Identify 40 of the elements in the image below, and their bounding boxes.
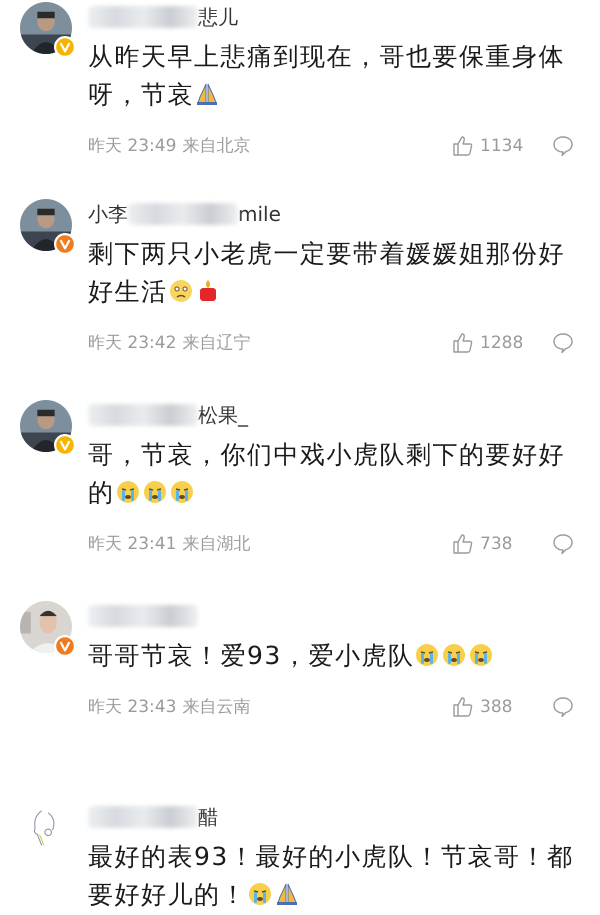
comment-bubble-icon[interactable] xyxy=(552,696,574,718)
crying-face-icon xyxy=(142,479,168,505)
comment-location: 来自北京 xyxy=(182,135,250,157)
crying-face-icon xyxy=(168,479,194,505)
comment-text: 哥，节哀，你们中戏小虎队剩下的要好好的 xyxy=(88,439,566,509)
comment-text: 最好的表93！最好的小虎队！节哀哥！都要好好儿的！ xyxy=(88,841,574,911)
comment-time: 昨天 23:42 xyxy=(88,332,176,354)
crying-face-icon xyxy=(247,881,273,907)
crying-face-icon xyxy=(114,479,140,505)
thumbs-up-icon[interactable] xyxy=(452,696,474,718)
praying-hands-icon xyxy=(194,81,220,107)
worried-face-icon xyxy=(168,278,194,304)
thumbs-up-icon[interactable] xyxy=(452,134,474,156)
like-count: 1134 xyxy=(480,136,524,156)
username[interactable]: 小李 xyxy=(88,200,128,228)
thumbs-up-icon[interactable] xyxy=(452,532,474,554)
comment-time: 昨天 23:49 xyxy=(88,135,176,157)
username[interactable]: 醋 xyxy=(198,804,218,830)
comment-bubble-icon[interactable] xyxy=(552,332,574,354)
comment-text: 剩下两只小老虎一定要带着媛媛姐那份好好生活 xyxy=(88,238,566,308)
like-count: 1288 xyxy=(480,332,524,352)
praying-hands-icon xyxy=(274,881,300,907)
crying-face-icon xyxy=(441,642,468,668)
crying-face-icon xyxy=(468,642,494,668)
comment-text: 从昨天早上悲痛到现在，哥也要保重身体呀，节哀 xyxy=(88,41,566,111)
like-count: 388 xyxy=(480,696,514,716)
username[interactable]: 松果_ xyxy=(198,402,248,428)
crying-face-icon xyxy=(414,642,440,668)
comment-location: 来自云南 xyxy=(182,696,250,718)
comment-bubble-icon[interactable] xyxy=(552,532,574,554)
like-count: 738 xyxy=(480,534,514,554)
username[interactable]: 悲儿 xyxy=(198,4,238,30)
comment-time: 昨天 23:43 xyxy=(88,696,176,718)
username[interactable]: mile xyxy=(238,202,281,226)
comment-text: 哥哥节哀！爱93，爱小虎队 xyxy=(88,637,578,675)
comment-location: 来自辽宁 xyxy=(182,332,250,354)
thumbs-up-icon[interactable] xyxy=(452,332,474,354)
comment-location: 来自湖北 xyxy=(182,533,250,555)
comment-time: 昨天 23:41 xyxy=(88,533,176,555)
comment-bubble-icon[interactable] xyxy=(552,134,574,156)
